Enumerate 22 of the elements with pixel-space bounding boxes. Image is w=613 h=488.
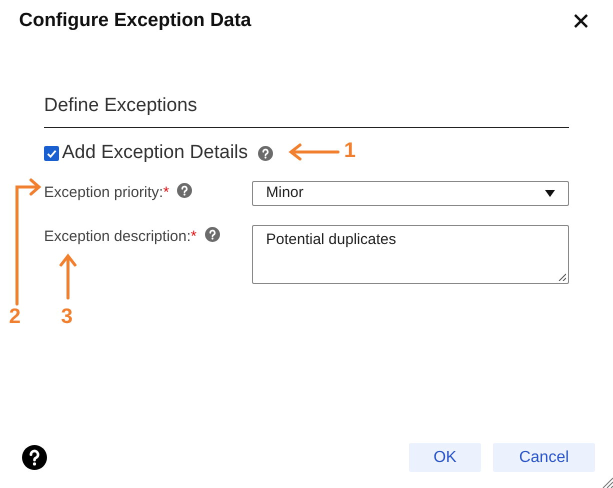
resize-handle-icon[interactable] xyxy=(558,272,566,280)
callout-arrow xyxy=(60,254,76,300)
window-title: Configure Exception Data xyxy=(19,8,252,33)
field-label: Exception priority: xyxy=(44,182,164,202)
callout-arrow xyxy=(288,144,340,160)
priority-dropdown[interactable]: Minor xyxy=(252,180,569,206)
section-heading: Define Exceptions xyxy=(44,95,198,116)
callout-number: 2 xyxy=(9,306,21,327)
close-icon[interactable] xyxy=(573,13,589,29)
resize-handle-icon[interactable] xyxy=(602,477,613,488)
checkbox-label[interactable]: Add Exception Details xyxy=(62,139,248,168)
required-mark: * xyxy=(163,182,170,202)
help-icon[interactable] xyxy=(22,445,47,470)
callout-number: 3 xyxy=(61,306,73,327)
caret-icon xyxy=(545,190,555,196)
ok-button[interactable]: OK xyxy=(409,443,481,472)
description-field[interactable]: Potential duplicates xyxy=(252,224,569,284)
cancel-button[interactable]: Cancel xyxy=(493,443,595,472)
callout-number: 1 xyxy=(344,140,356,161)
field-label: Exception description: xyxy=(44,226,191,246)
required-mark: * xyxy=(190,226,197,246)
checkbox[interactable] xyxy=(44,146,59,161)
